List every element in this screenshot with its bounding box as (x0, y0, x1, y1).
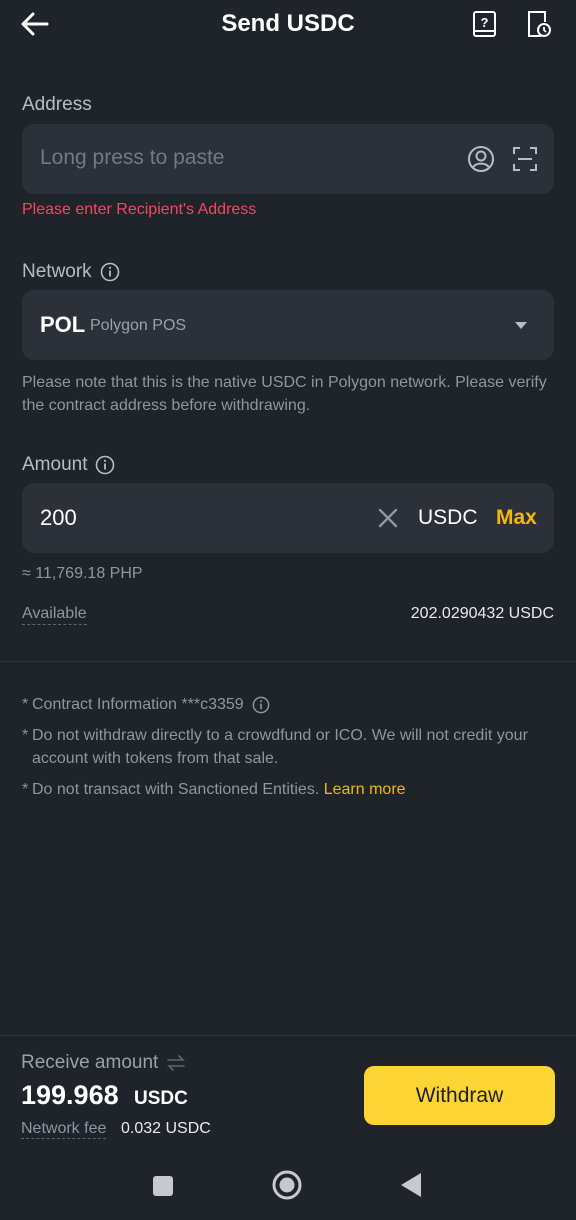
scan-icon[interactable] (512, 145, 538, 173)
system-navbar (0, 1150, 576, 1220)
address-input[interactable]: Long press to paste (22, 124, 554, 194)
amount-value[interactable]: 200 (40, 505, 77, 531)
address-placeholder: Long press to paste (40, 146, 225, 169)
header: Send USDC ? (0, 0, 576, 50)
divider (0, 661, 576, 662)
info-icon (100, 262, 119, 282)
network-name: Polygon POS (90, 317, 187, 334)
amount-label: Amount (22, 454, 115, 476)
info-icon (96, 455, 115, 475)
learn-more-link[interactable]: Learn more (324, 781, 406, 798)
back-nav-icon[interactable] (400, 1172, 422, 1198)
amount-unit: USDC (418, 506, 478, 529)
clear-icon[interactable] (377, 507, 399, 529)
swap-icon (167, 1055, 186, 1071)
network-select[interactable]: POL Polygon POS (22, 290, 554, 360)
network-code: POL (40, 312, 86, 337)
network-fee-value: 0.032 USDC (121, 1120, 211, 1137)
network-label: Network (22, 261, 120, 283)
fiat-estimate: ≈ 11,769.18 PHP (22, 565, 143, 582)
help-icon[interactable]: ? (472, 10, 498, 38)
amount-input[interactable]: 200 USDC Max (22, 483, 554, 553)
warning-sanctions: * Do not transact with Sanctioned Entiti… (22, 781, 406, 798)
warning-crowdfund: * Do not withdraw directly to a crowdfun… (22, 727, 528, 767)
network-note: Please note that this is the native USDC… (22, 374, 547, 414)
svg-text:?: ? (481, 15, 489, 30)
info-icon (252, 696, 270, 713)
receive-unit: USDC (134, 1088, 188, 1109)
max-button[interactable]: Max (496, 506, 537, 530)
network-fee-label[interactable]: Network fee (21, 1120, 107, 1139)
address-label: Address (22, 94, 92, 115)
contract-info[interactable]: * Contract Information ***c3359 (22, 693, 270, 716)
address-error: Please enter Recipient's Address (22, 201, 257, 218)
receive-label: Receive amount (21, 1052, 186, 1074)
recents-icon[interactable] (152, 1175, 174, 1197)
history-icon[interactable] (526, 10, 552, 38)
home-icon[interactable] (272, 1170, 302, 1200)
footer: Receive amount 199.968 USDC Network fee … (0, 1035, 576, 1150)
chevron-down-icon (514, 321, 528, 330)
contact-icon[interactable] (467, 145, 495, 173)
available-label[interactable]: Available (22, 605, 87, 625)
withdraw-button[interactable]: Withdraw (364, 1066, 555, 1125)
receive-amount: 199.968 (21, 1080, 119, 1110)
available-value: 202.0290432 USDC (410, 605, 554, 622)
